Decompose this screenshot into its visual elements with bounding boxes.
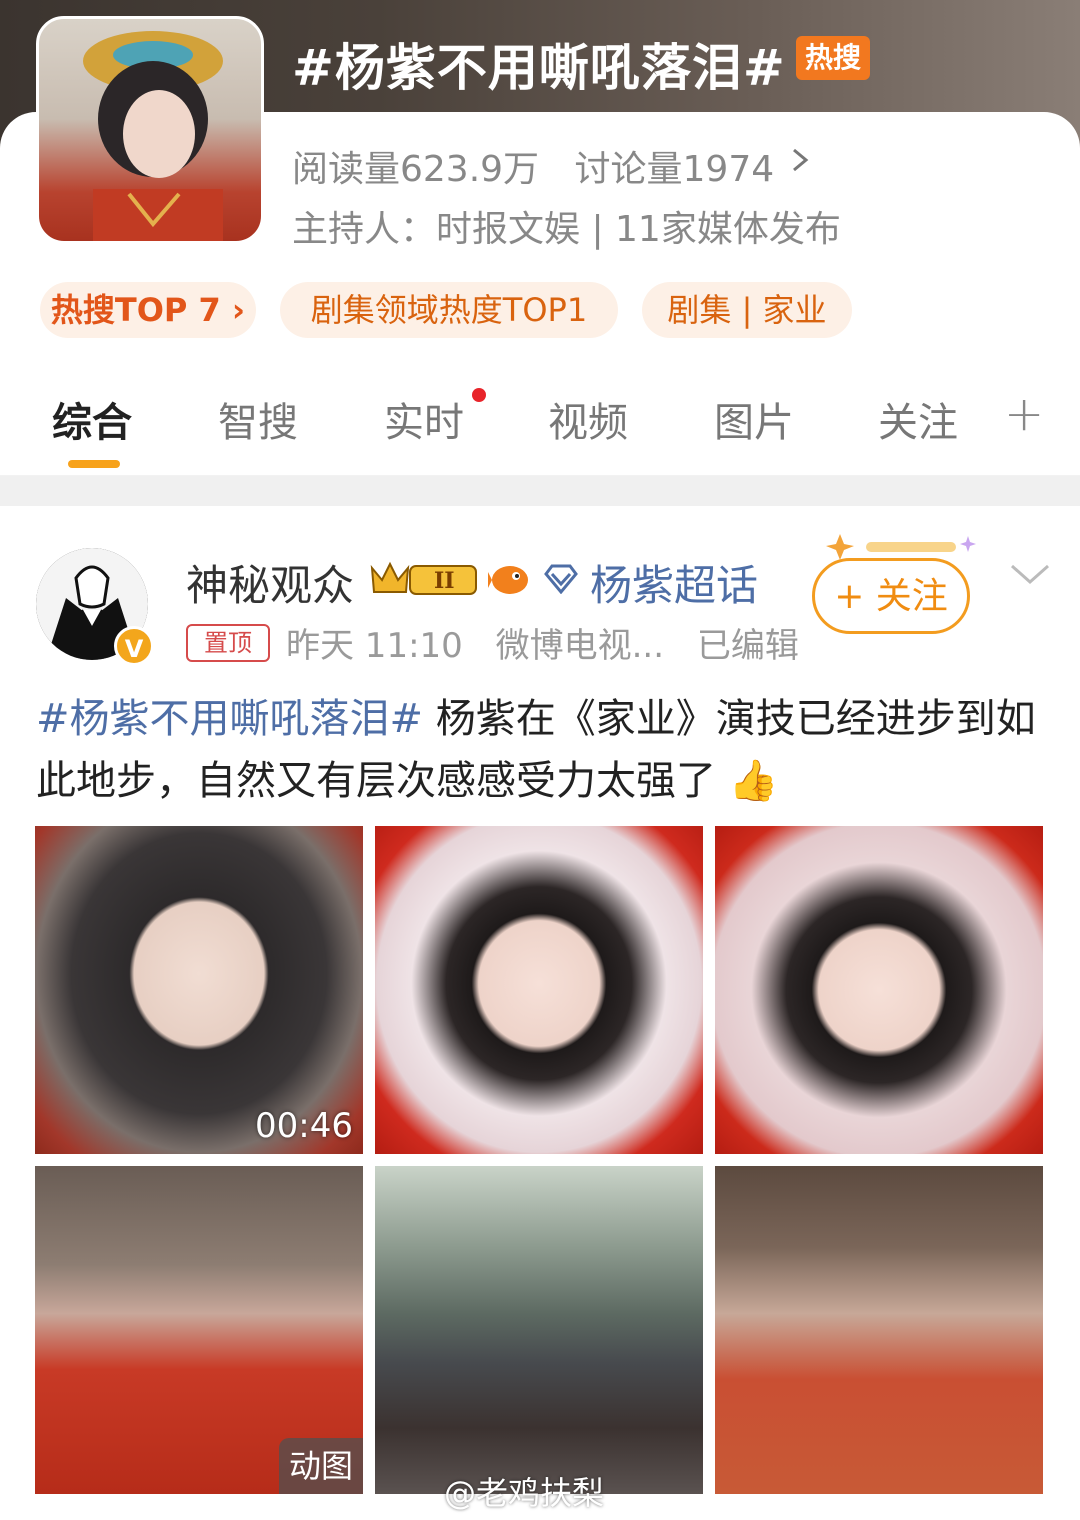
- diamond-icon: [542, 564, 580, 598]
- tab-comprehensive[interactable]: 综合: [52, 390, 132, 448]
- gif-badge: 动图: [279, 1438, 363, 1494]
- fish-badge-icon[interactable]: [488, 558, 532, 598]
- topic-cover-image[interactable]: [36, 16, 264, 244]
- active-tab-indicator: [68, 460, 120, 468]
- weibo-post: V 神秘观众 II 杨紫超话 置顶 昨天 11:10 微博电视... 已编辑 +…: [0, 506, 1080, 1520]
- grid-video-1[interactable]: 00:46: [35, 826, 363, 1154]
- tag-drama-rank[interactable]: 剧集领域热度TOP1: [280, 282, 618, 338]
- tab-images[interactable]: 图片: [714, 390, 794, 448]
- tab-video[interactable]: 视频: [548, 390, 628, 448]
- level-text: II: [434, 568, 455, 594]
- grid-image-3[interactable]: [715, 826, 1043, 1154]
- edited-label[interactable]: 已编辑: [697, 626, 799, 666]
- grid-image-6[interactable]: [715, 1166, 1043, 1494]
- grid-image-2[interactable]: [375, 826, 703, 1154]
- post-meta: 昨天 11:10 微博电视... 已编辑: [286, 618, 821, 667]
- grid-image-4[interactable]: 动图: [35, 1166, 363, 1494]
- follow-button[interactable]: + 关注: [812, 558, 970, 634]
- tab-bar: 综合 智搜 实时 视频 图片 关注: [0, 380, 1080, 475]
- cover-illustration: [83, 31, 223, 241]
- supertopic-link[interactable]: 杨紫超话: [590, 552, 758, 613]
- topic-header: #杨紫不用嘶吼落泪# 热搜 阅读量623.9万 讨论量1974 主持人：时报文娱…: [0, 0, 1080, 475]
- verified-badge: V: [114, 626, 154, 666]
- tag-drama-category[interactable]: 剧集 | 家业: [642, 282, 852, 338]
- tab-smart-search[interactable]: 智搜: [218, 390, 298, 448]
- chevron-right-icon[interactable]: [790, 142, 812, 187]
- post-text: #杨紫不用嘶吼落泪# 杨紫在《家业》演技已经进步到如此地步，自然又有层次感感受力…: [36, 688, 1046, 812]
- username[interactable]: 神秘观众: [186, 552, 354, 613]
- chevron-down-icon[interactable]: [1008, 554, 1052, 594]
- tab-following[interactable]: 关注: [878, 390, 958, 448]
- new-content-dot: [472, 388, 486, 402]
- read-count: 阅读量623.9万: [292, 149, 540, 190]
- video-duration: 00:46: [255, 1106, 353, 1146]
- topic-title: #杨紫不用嘶吼落泪#: [292, 39, 786, 97]
- hot-badge: 热搜: [796, 36, 870, 80]
- post-time: 昨天 11:10: [286, 626, 463, 666]
- pinned-badge: 置顶: [186, 624, 270, 662]
- thumbs-up-icon: 👍: [728, 758, 779, 804]
- tab-realtime[interactable]: 实时: [384, 390, 464, 448]
- post-hashtag[interactable]: #杨紫不用嘶吼落泪#: [36, 696, 423, 742]
- section-divider: [0, 476, 1080, 506]
- weibo-watermark: @老鸡扶梨: [444, 1474, 605, 1512]
- tag-hot-search[interactable]: 热搜TOP 7 ›: [40, 282, 256, 338]
- post-source[interactable]: 微博电视...: [496, 626, 664, 666]
- grid-image-5[interactable]: [375, 1166, 703, 1494]
- topic-host[interactable]: 主持人：时报文娱 | 11家媒体发布: [292, 200, 841, 252]
- topic-stats[interactable]: 阅读量623.9万 讨论量1974: [292, 140, 798, 192]
- discussion-count: 讨论量1974: [574, 149, 775, 190]
- crown-level-icon[interactable]: II: [370, 558, 480, 598]
- add-tab-plus-icon[interactable]: +: [1004, 386, 1044, 442]
